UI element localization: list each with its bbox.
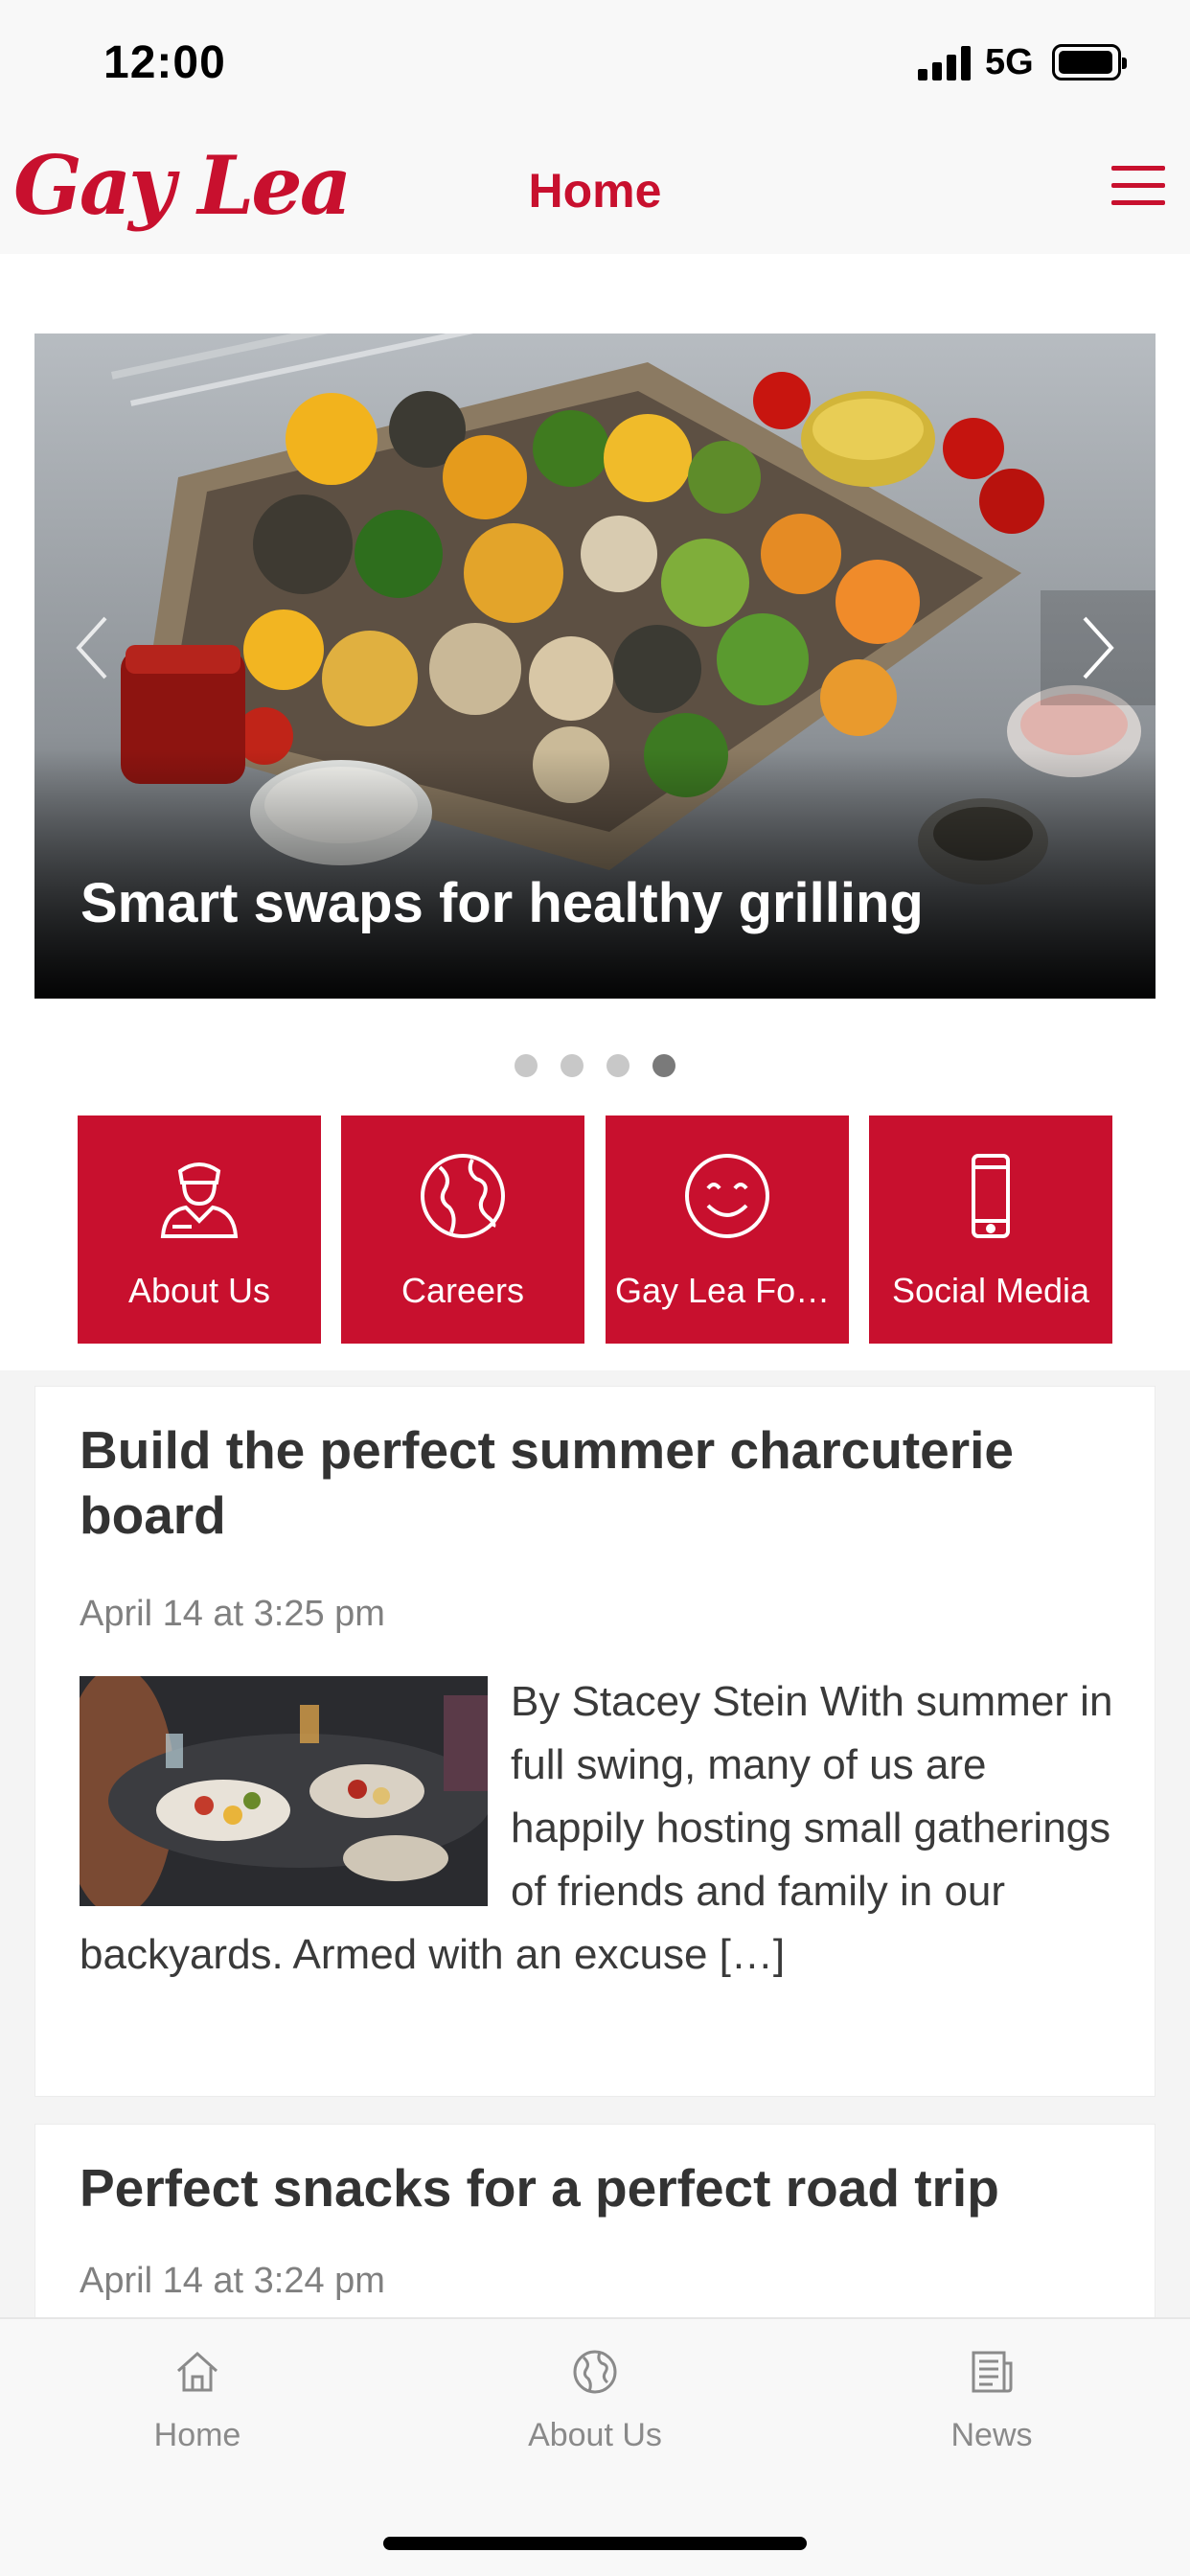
tab-label: About Us bbox=[528, 2417, 662, 2453]
hero-caption[interactable]: Smart swaps for healthy grilling bbox=[80, 871, 924, 935]
tile-gay-lea-foundation[interactable]: Gay Lea Fou... bbox=[606, 1116, 849, 1344]
hero-carousel[interactable]: Smart swaps for healthy grilling bbox=[34, 334, 1156, 999]
tab-about-us[interactable]: About Us bbox=[451, 2340, 739, 2454]
news-icon bbox=[848, 2340, 1135, 2404]
article-date: April 14 at 3:24 pm bbox=[80, 2261, 385, 2301]
phone-icon bbox=[869, 1150, 1112, 1242]
tile-about-us[interactable]: About Us bbox=[78, 1116, 321, 1344]
tile-label: Gay Lea Fou... bbox=[615, 1271, 844, 1310]
carousel-dot[interactable] bbox=[606, 1054, 629, 1077]
chevron-right-icon[interactable] bbox=[1041, 590, 1156, 705]
tab-news[interactable]: News bbox=[848, 2340, 1135, 2454]
tab-home[interactable]: Home bbox=[54, 2340, 341, 2454]
quick-links: About Us Careers Gay Lea Fou... Social M… bbox=[78, 1116, 1112, 1344]
carousel-dot-active[interactable] bbox=[652, 1054, 675, 1077]
smiley-icon bbox=[606, 1150, 849, 1242]
tab-label: Home bbox=[153, 2417, 241, 2453]
tile-label: Social Media bbox=[891, 1271, 1090, 1310]
status-bar: 12:00 5G bbox=[0, 0, 1190, 125]
tile-careers[interactable]: Careers bbox=[341, 1116, 584, 1344]
article-title[interactable]: Perfect snacks for a perfect road trip bbox=[80, 2155, 1114, 2220]
carousel-dot[interactable] bbox=[561, 1054, 584, 1077]
carousel-dot[interactable] bbox=[515, 1054, 538, 1077]
status-time: 12:00 bbox=[103, 37, 226, 88]
tab-label: News bbox=[950, 2417, 1033, 2453]
article-card[interactable]: Build the perfect summer charcuterie boa… bbox=[34, 1386, 1156, 2097]
tile-label: Careers bbox=[400, 1271, 525, 1310]
tile-social-media[interactable]: Social Media bbox=[869, 1116, 1112, 1344]
battery-icon bbox=[1052, 44, 1127, 80]
network-label: 5G bbox=[985, 42, 1034, 82]
page-title: Home bbox=[528, 164, 662, 218]
home-indicator[interactable] bbox=[383, 2537, 807, 2550]
signal-icon bbox=[918, 46, 972, 80]
home-icon bbox=[54, 2340, 341, 2404]
globe-icon bbox=[451, 2340, 739, 2404]
article-excerpt: By Stacey Stein With summer in full swin… bbox=[80, 1678, 1113, 1978]
news-feed: Build the perfect summer charcuterie boa… bbox=[0, 1370, 1190, 2373]
hamburger-menu-icon[interactable] bbox=[1111, 163, 1165, 209]
globe-icon bbox=[341, 1150, 584, 1242]
article-title[interactable]: Build the perfect summer charcuterie boa… bbox=[80, 1417, 1114, 1548]
carousel-pagination[interactable] bbox=[0, 1054, 1190, 1077]
person-icon bbox=[78, 1150, 321, 1242]
app-header: Gay Lea Home bbox=[0, 125, 1190, 254]
article-date: April 14 at 3:25 pm bbox=[80, 1594, 385, 1634]
chevron-left-icon[interactable] bbox=[34, 590, 149, 705]
tile-label: About Us bbox=[127, 1271, 271, 1310]
